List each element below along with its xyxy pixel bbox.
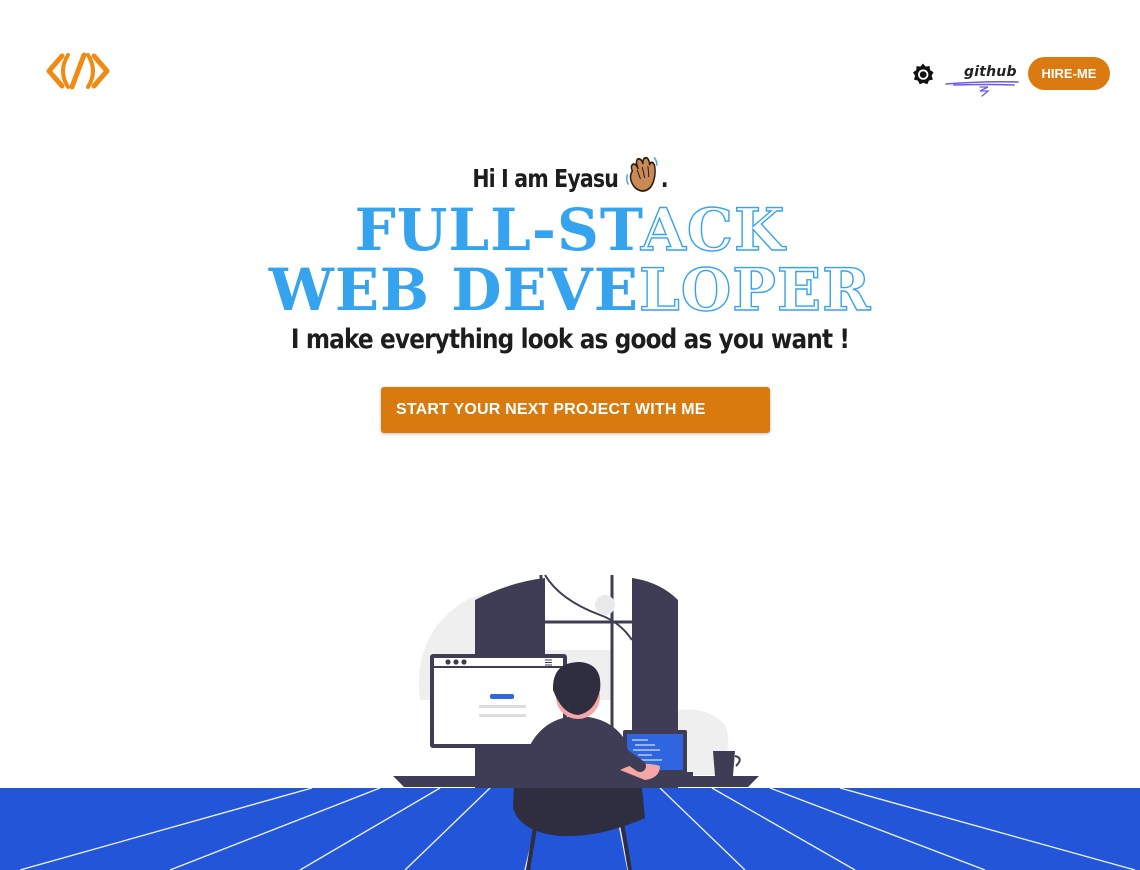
headline-line-1-filled: FULL-ST xyxy=(354,196,641,264)
headline-line-1: FULL-STACK xyxy=(0,199,1140,260)
headline-line-2-outline: LOPER xyxy=(638,256,872,324)
waving-hand-icon xyxy=(625,155,658,199)
github-link[interactable]: github xyxy=(944,62,1022,102)
hire-me-button[interactable]: HIRE-ME xyxy=(1028,57,1110,90)
greeting: Hi I am Eyasu . xyxy=(103,155,1038,199)
window-glass xyxy=(545,578,632,650)
developer-illustration xyxy=(393,574,759,790)
greeting-text: Hi I am Eyasu xyxy=(472,164,619,193)
theme-toggle-icon[interactable] xyxy=(911,62,935,86)
floor-banner xyxy=(0,788,1140,870)
scribble-underline-icon xyxy=(945,80,1019,97)
tagline: I make everything look as good as you wa… xyxy=(290,324,850,355)
greeting-suffix: . xyxy=(660,164,669,193)
headline-line-2-filled: WEB DEVE xyxy=(268,256,639,324)
headline-line-1-outline: ACK xyxy=(640,196,786,264)
coffee-mug xyxy=(713,751,735,776)
logo-code-icon[interactable] xyxy=(44,50,112,92)
start-project-button[interactable]: START YOUR NEXT PROJECT WITH ME xyxy=(381,387,770,433)
headline-line-2: WEB DEVELOPER xyxy=(0,259,1140,320)
